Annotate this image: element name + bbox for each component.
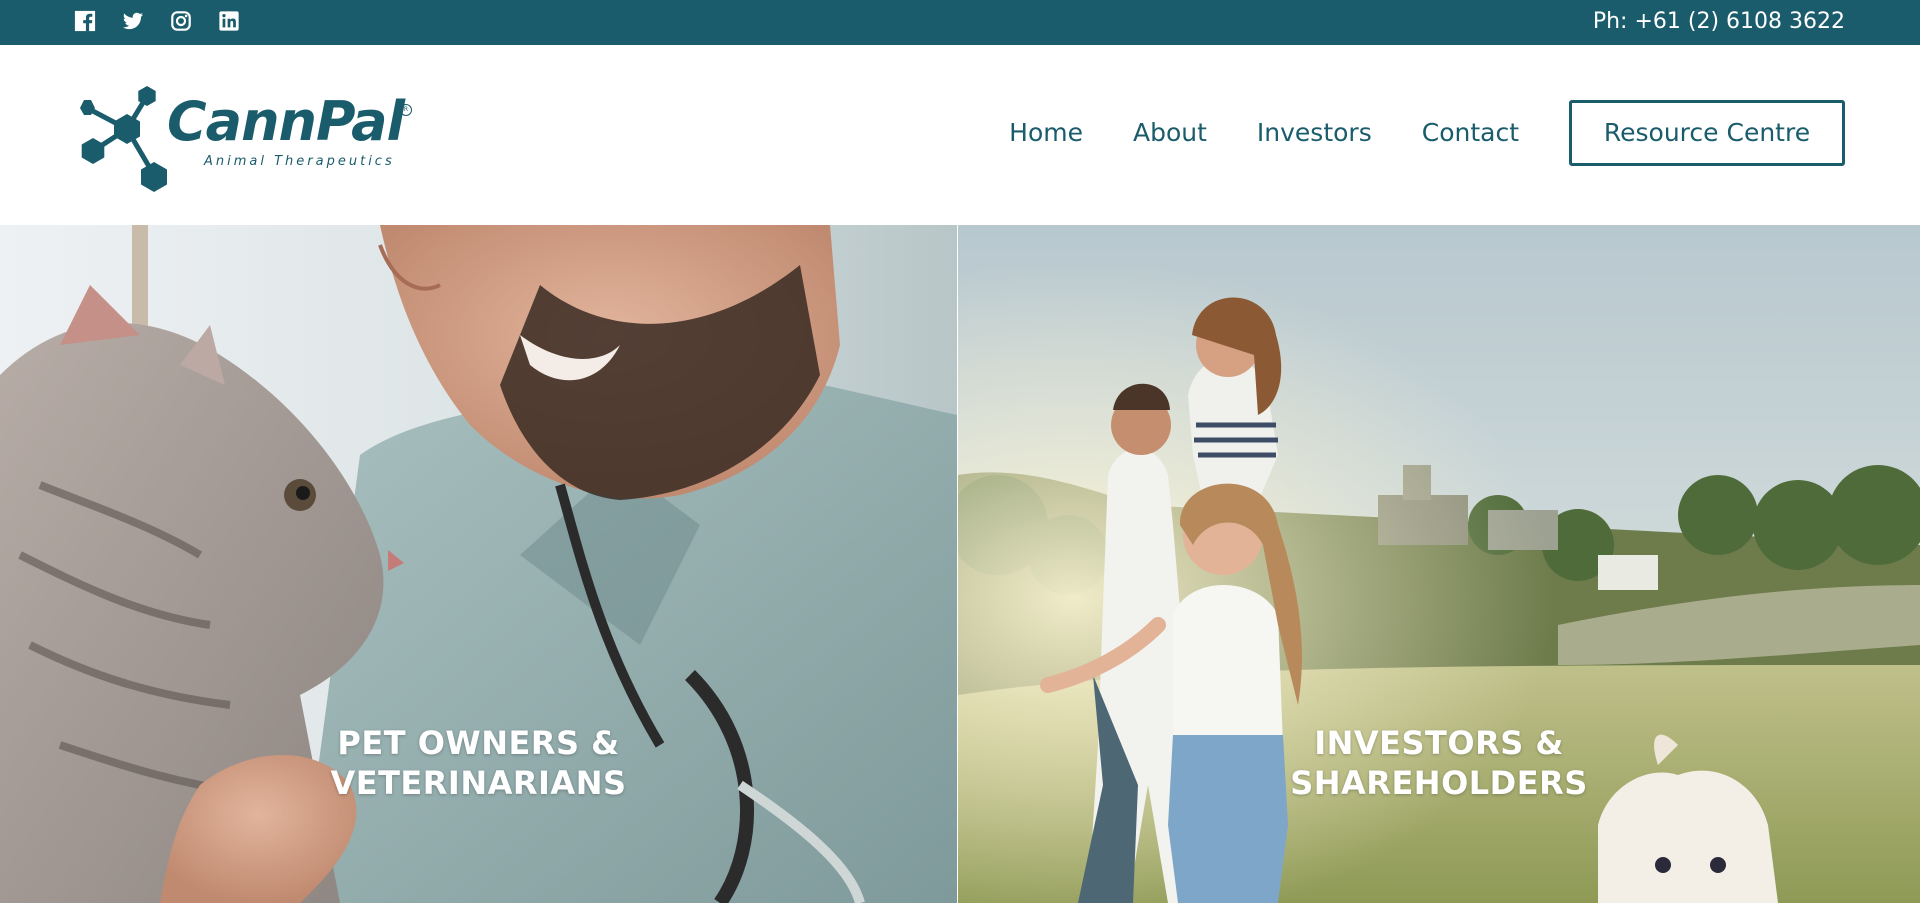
pet-owners-heading-line1: PET OWNERS &	[337, 724, 620, 762]
registered-mark-icon: R	[400, 104, 412, 116]
molecule-icon	[80, 86, 167, 192]
main-nav: Home About Investors Contact Resource Ce…	[1009, 98, 1845, 168]
social-links	[74, 10, 240, 32]
nav-investors[interactable]: Investors	[1257, 98, 1372, 168]
phone-number[interactable]: Ph: +61 (2) 6108 3622	[1593, 9, 1845, 35]
pet-owners-heading[interactable]: PET OWNERS & VETERINARIANS	[0, 723, 957, 803]
nav-contact[interactable]: Contact	[1422, 98, 1519, 168]
resource-centre-button[interactable]: Resource Centre	[1569, 100, 1845, 166]
facebook-icon[interactable]	[74, 10, 96, 32]
brand-logo[interactable]: CannPal R Animal Therapeutics	[74, 82, 414, 196]
investors-heading-line1: INVESTORS &	[1314, 724, 1564, 762]
investors-heading[interactable]: INVESTORS & SHAREHOLDERS	[958, 723, 1920, 803]
nav-home[interactable]: Home	[1009, 98, 1083, 168]
twitter-icon[interactable]	[122, 10, 144, 32]
top-bar: Ph: +61 (2) 6108 3622	[0, 0, 1920, 45]
brand-tagline: Animal Therapeutics	[204, 154, 395, 169]
linkedin-icon[interactable]	[218, 10, 240, 32]
investors-heading-line2: SHAREHOLDERS	[1290, 764, 1588, 802]
instagram-icon[interactable]	[170, 10, 192, 32]
brand-name: CannPal	[167, 90, 405, 153]
investors-panel[interactable]: INVESTORS & SHAREHOLDERS	[958, 225, 1920, 903]
pet-owners-heading-line2: VETERINARIANS	[330, 764, 627, 802]
nav-about[interactable]: About	[1133, 98, 1207, 168]
pet-owners-panel[interactable]: PET OWNERS & VETERINARIANS	[0, 225, 957, 903]
